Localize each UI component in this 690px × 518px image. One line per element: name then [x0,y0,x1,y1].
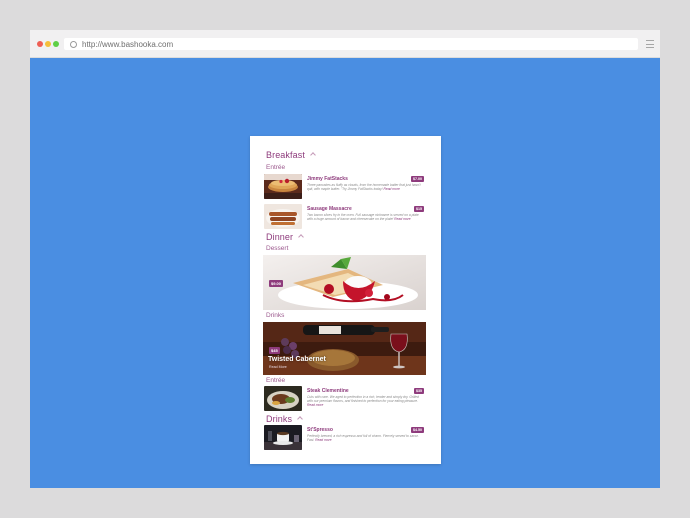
maximize-window-button[interactable] [53,41,59,47]
menu-icon[interactable] [646,40,654,48]
close-window-button[interactable] [37,41,43,47]
price-tag: $4.50 [411,427,424,433]
item-description: Three pancakes as fluffy as clouds, from… [307,183,424,191]
dessert-banner[interactable] [263,255,426,310]
section-breakfast[interactable]: Breakfast [266,150,316,160]
sausage-thumbnail[interactable] [264,204,302,229]
chevron-up-icon [298,234,304,240]
section-drinks-title: Drinks [266,414,293,424]
section-breakfast-title: Breakfast [266,150,305,160]
wine-title[interactable]: Twisted Cabernet [268,356,326,363]
wine-price: $45 [269,347,280,354]
section-dinner-title: Dinner [266,232,294,242]
item-name[interactable]: St'Spresso [307,427,333,433]
section-dinner[interactable]: Dinner [266,232,304,242]
item-description: Perfectly brewed, a rich espresso and fu… [307,434,424,442]
read-more-link[interactable]: Read more [383,187,399,191]
item-name[interactable]: Steak Clementine [307,388,349,394]
address-url: http://www.bashooka.com [82,39,174,49]
minimize-window-button[interactable] [45,41,51,47]
page-viewport: Breakfast Entrée Jimmy FatStacks $7.00 T… [30,58,660,488]
item-name[interactable]: Sausage Massacre [307,206,352,212]
section-drinks[interactable]: Drinks [266,414,303,424]
search-icon [70,40,77,48]
address-bar[interactable]: http://www.bashooka.com [64,38,638,50]
read-more-link[interactable]: Read more [315,438,331,442]
subsection-entree: Entrée [266,164,286,171]
price-tag: $15 [414,206,424,212]
menu-card: Breakfast Entrée Jimmy FatStacks $7.00 T… [250,136,441,464]
browser-toolbar: http://www.bashooka.com [30,30,660,58]
item-description-text: Three pancakes as fluffy as clouds, from… [307,183,421,192]
item-name[interactable]: Jimmy FatStacks [307,176,348,182]
chevron-up-icon [297,416,303,422]
wine-banner[interactable] [263,322,426,375]
item-description: Cuts with care. We aged to perfection in… [307,395,424,408]
pancakes-thumbnail[interactable] [264,174,302,199]
read-more-link[interactable]: Read more [394,217,410,221]
price-tag: $7.00 [411,176,424,182]
item-description-text: Cuts with care. We aged to perfection in… [307,395,419,404]
subsection-dessert: Dessert [266,245,289,252]
subsection-entree-dinner: Entrée [266,377,286,384]
read-more-link[interactable]: Read more [307,403,323,407]
steak-thumbnail[interactable] [264,386,302,411]
espresso-thumbnail[interactable] [264,425,302,450]
subsection-drinks: Drinks [266,312,285,319]
wine-read-more[interactable]: Read More [269,365,287,369]
dessert-price: $9.00 [269,280,284,287]
chevron-up-icon [310,152,316,158]
browser-window: http://www.bashooka.com Breakfast Entrée [30,30,660,488]
price-tag: $35 [414,388,424,394]
item-description: Two bacon slices fry in the oven. Full s… [307,213,424,221]
